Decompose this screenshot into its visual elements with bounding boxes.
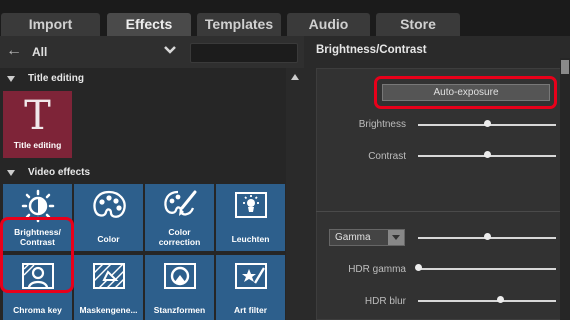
gamma-mode-select[interactable]: Gamma [329, 229, 405, 246]
contrast-label: Contrast [368, 151, 406, 162]
tile-leuchten[interactable]: Leuchten [216, 184, 285, 251]
category-filter-label[interactable]: All [32, 45, 47, 59]
slider-handle[interactable] [483, 120, 491, 127]
effect-settings-panel: Brightness/Contrast Auto-exposure Bright… [304, 36, 570, 320]
tile-label: Leuchten [231, 234, 270, 244]
tile-title-editing[interactable]: T Title editing [3, 91, 72, 158]
tile-label: Chroma key [13, 305, 62, 315]
mask-icon [92, 263, 125, 289]
palette-icon [92, 190, 126, 218]
tile-label: Stanzformen [153, 305, 206, 315]
highlight-ring [374, 76, 557, 109]
gamma-mode-value: Gamma [335, 232, 371, 243]
tab-templates[interactable]: Templates [197, 13, 281, 36]
panel-title: Brightness/Contrast [316, 44, 427, 56]
tile-label: Maskengene... [79, 305, 138, 315]
tile-label: Title editing [13, 140, 62, 150]
highlight-ring [0, 217, 74, 293]
scroll-thumb[interactable] [561, 60, 569, 74]
search-input[interactable] [190, 43, 298, 63]
title-t-icon: T [24, 93, 51, 139]
hdr-blur-label: HDR blur [364, 296, 406, 307]
hdr-gamma-label: HDR gamma [348, 264, 406, 275]
tab-effects[interactable]: Effects [107, 13, 191, 36]
tile-stanzformen[interactable]: Stanzformen [145, 255, 214, 320]
tab-bar: Import Effects Templates Audio Store [0, 0, 570, 36]
effects-browser: ← All Title editing T Title editing Vide… [0, 36, 304, 320]
hdr-blur-slider[interactable] [418, 300, 556, 302]
slider-handle[interactable] [414, 264, 422, 271]
brightness-label: Brightness [358, 119, 406, 130]
scroll-up-icon[interactable] [291, 74, 299, 80]
chevron-down-icon [392, 235, 400, 240]
divider [316, 211, 562, 212]
section-title: Video effects [28, 167, 91, 178]
shape-cutout-icon [163, 263, 196, 289]
tile-label: Color [97, 234, 120, 244]
lamp-icon [234, 192, 267, 218]
collapse-triangle-icon[interactable] [7, 76, 15, 82]
chevron-down-icon[interactable] [163, 42, 177, 58]
collapse-triangle-icon[interactable] [7, 170, 15, 176]
section-video-effects[interactable]: Video effects [0, 166, 286, 182]
filter-bar: ← All [0, 36, 304, 68]
star-pen-icon [234, 263, 267, 289]
tile-art-filter[interactable]: Art filter [216, 255, 285, 320]
slider-handle[interactable] [483, 151, 491, 158]
palette-brush-icon [163, 190, 196, 216]
section-title: Title editing [28, 73, 84, 84]
tab-store[interactable]: Store [376, 13, 460, 36]
dropdown-button[interactable] [388, 230, 404, 245]
effects-scrollbar[interactable] [286, 68, 304, 320]
tile-label: Color correction [158, 227, 201, 247]
section-title-editing[interactable]: Title editing [0, 72, 286, 88]
hdr-gamma-slider[interactable] [418, 268, 556, 270]
tab-import[interactable]: Import [1, 13, 100, 36]
tile-label: Art filter [233, 305, 268, 315]
slider-handle[interactable] [483, 233, 491, 240]
tab-audio[interactable]: Audio [287, 13, 370, 36]
tile-maskengenerator[interactable]: Maskengene... [74, 255, 143, 320]
tile-color[interactable]: Color [74, 184, 143, 251]
settings-scrollbar[interactable] [560, 58, 570, 320]
back-arrow-icon[interactable]: ← [6, 42, 22, 60]
tile-color-correction[interactable]: Color correction [145, 184, 214, 251]
